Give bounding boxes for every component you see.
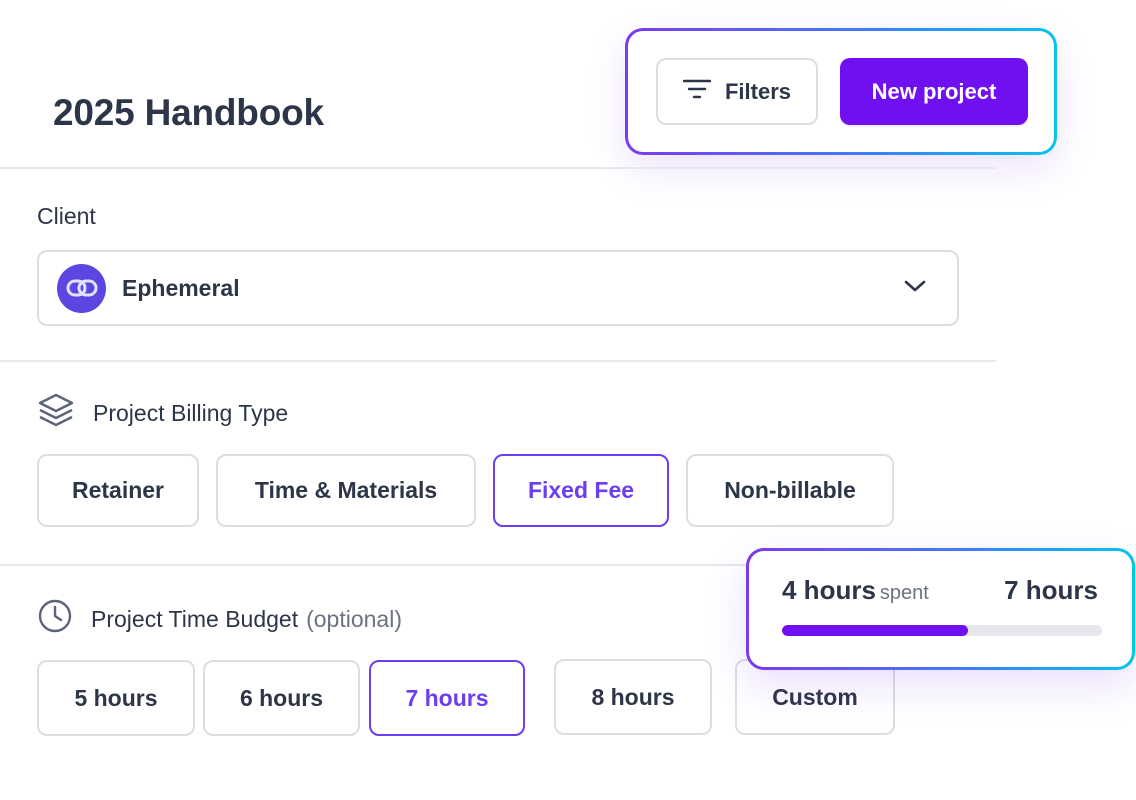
- budget-option-6-hours[interactable]: 6 hours: [203, 660, 360, 736]
- budget-option-5-hours[interactable]: 5 hours: [37, 660, 195, 736]
- client-label: Client: [37, 203, 96, 229]
- client-select[interactable]: Ephemeral: [37, 250, 959, 326]
- billing-option-fixed-fee[interactable]: Fixed Fee: [493, 454, 669, 527]
- budget-option-8-hours[interactable]: 8 hours: [554, 659, 712, 735]
- billing-heading: Project Billing Type: [37, 392, 288, 434]
- clock-icon: [37, 598, 73, 640]
- new-project-button[interactable]: New project: [840, 58, 1028, 125]
- filter-icon: [682, 78, 712, 106]
- budget-spent-value: 4 hours: [782, 575, 876, 605]
- client-selected-value: Ephemeral: [122, 274, 240, 301]
- budget-total: 7 hours: [1004, 575, 1098, 605]
- divider: [0, 360, 996, 362]
- budget-heading: Project Time Budget (optional): [37, 598, 402, 640]
- filters-button[interactable]: Filters: [656, 58, 818, 125]
- billing-option-retainer[interactable]: Retainer: [37, 454, 199, 527]
- budget-heading-label: Project Time Budget: [91, 605, 299, 632]
- header-actions-panel: Filters New project: [625, 28, 1057, 155]
- divider: [0, 167, 996, 169]
- filters-label: Filters: [724, 78, 792, 104]
- budget-spent: 4 hours spent: [782, 575, 929, 606]
- billing-option-non-billable[interactable]: Non-billable: [686, 454, 894, 527]
- budget-spent-label: spent: [879, 582, 929, 604]
- link-icon: [57, 263, 106, 313]
- page-title: 2025 Handbook: [53, 92, 324, 133]
- budget-option-custom[interactable]: Custom: [735, 659, 895, 735]
- layers-icon: [37, 392, 75, 434]
- budget-progress-card: 4 hours spent 7 hours: [746, 548, 1135, 670]
- billing-heading-label: Project Billing Type: [93, 399, 289, 426]
- optional-label: (optional): [306, 605, 402, 632]
- billing-option-time-materials[interactable]: Time & Materials: [216, 454, 476, 527]
- budget-progress-bar: [782, 625, 1102, 636]
- budget-progress-fill: [782, 625, 968, 636]
- chevron-down-icon: [903, 278, 927, 299]
- budget-option-7-hours[interactable]: 7 hours: [369, 660, 525, 736]
